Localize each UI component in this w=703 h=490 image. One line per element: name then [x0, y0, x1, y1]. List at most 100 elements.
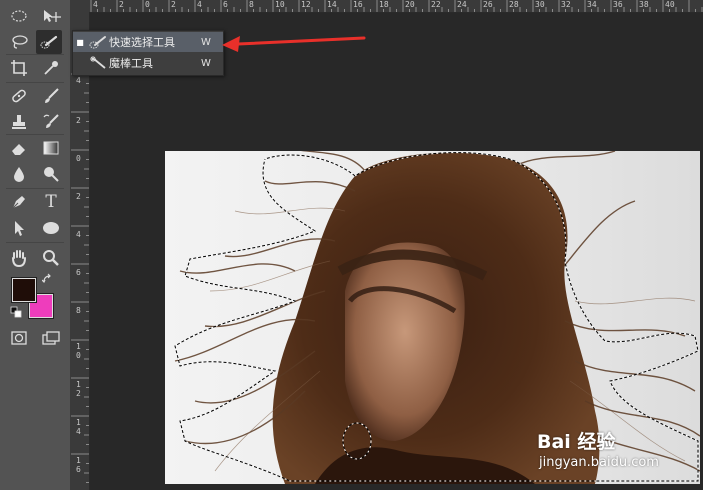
document-canvas[interactable]	[165, 151, 700, 484]
ellipse-marquee-icon	[11, 10, 27, 22]
ruler-label: 18	[379, 0, 389, 9]
quick-selection-brush-icon	[89, 36, 106, 49]
pen-tool[interactable]	[6, 190, 32, 214]
active-bullet-icon: ■	[76, 37, 84, 47]
ruler-label: 24	[457, 0, 467, 9]
watermark-url: jingyan.baidu.com	[539, 455, 659, 470]
ruler-label: 6	[76, 268, 81, 277]
ruler-label: 2	[76, 116, 81, 125]
ruler-label: 20	[405, 0, 415, 9]
eraser-tool[interactable]	[6, 136, 32, 160]
ruler-label: 22	[431, 0, 441, 9]
horizontal-ruler: 4 2 0 2 4 6 8 10 12 14 16 18 20 22 24 26…	[71, 0, 703, 13]
hand-tool[interactable]	[6, 246, 32, 270]
separator	[6, 134, 64, 135]
dodge-icon	[44, 167, 59, 182]
ruler-label: 0	[145, 0, 150, 9]
lasso-icon	[12, 35, 28, 49]
eraser-icon	[12, 144, 25, 155]
hand-icon	[12, 250, 26, 267]
blur-tool[interactable]	[6, 162, 32, 186]
ruler-label: 4	[76, 230, 81, 239]
ruler-label: 40	[665, 0, 675, 9]
flyout-item-magic-wand[interactable]: 魔棒工具 W	[73, 53, 223, 73]
flyout-item-label: 快速选择工具	[109, 36, 175, 49]
gradient-icon	[43, 141, 59, 155]
quick-selection-brush-icon	[40, 35, 58, 49]
annotation-arrow	[222, 36, 366, 52]
separator	[6, 54, 64, 55]
quick-selection-tool[interactable]	[36, 30, 62, 54]
gradient-tool[interactable]	[38, 136, 64, 160]
ruler-label: 34	[587, 0, 597, 9]
ruler-label: 10	[275, 0, 285, 9]
ruler-label: 36	[613, 0, 623, 9]
zoom-tool[interactable]	[38, 246, 64, 270]
type-tool[interactable]: T	[38, 190, 64, 214]
baidu-jingyan-logo: Bai 经验	[537, 431, 616, 453]
ruler-label: 8	[76, 306, 81, 315]
stamp-icon	[12, 115, 26, 129]
clone-stamp-tool[interactable]	[6, 110, 32, 134]
ruler-label: 2	[76, 192, 81, 201]
photo-woman-flowing-hair	[174, 151, 700, 484]
ruler-label: 4	[197, 0, 202, 9]
crop-icon	[11, 60, 27, 76]
tools-panel: T	[0, 0, 71, 490]
eyedropper-tool[interactable]	[38, 56, 64, 80]
ruler-label: 32	[561, 0, 571, 9]
history-brush-tool[interactable]	[38, 110, 64, 134]
lasso-tool[interactable]	[6, 30, 32, 54]
healing-brush-tool[interactable]	[6, 84, 32, 108]
brush-tool[interactable]	[38, 84, 64, 108]
ruler-label: 12	[76, 380, 81, 398]
ruler-label: 2	[171, 0, 176, 9]
foreground-color-swatch[interactable]	[12, 278, 36, 302]
default-colors-icon[interactable]	[10, 306, 22, 318]
ruler-label: 4	[76, 76, 81, 85]
ruler-label: 26	[483, 0, 493, 9]
magnifier-icon	[43, 250, 59, 266]
flyout-item-label: 魔棒工具	[109, 57, 153, 70]
crop-tool[interactable]	[6, 56, 32, 80]
bandage-icon	[12, 89, 26, 103]
ruler-label: 16	[353, 0, 363, 9]
ruler-label: 6	[223, 0, 228, 9]
elliptical-marquee-tool[interactable]	[6, 4, 32, 28]
separator	[6, 82, 64, 83]
ellipse-shape-icon	[43, 222, 59, 234]
ruler-label: 14	[76, 418, 81, 436]
ruler-label: 28	[509, 0, 519, 9]
ruler-label: 14	[327, 0, 337, 9]
type-icon: T	[45, 191, 57, 212]
pen-icon	[12, 196, 25, 209]
quick-mask-toggle[interactable]	[6, 326, 32, 350]
ruler-label: 30	[535, 0, 545, 9]
ruler-label: 4	[93, 0, 98, 9]
ruler-label: 8	[249, 0, 254, 9]
selection-tool-flyout: ■ 快速选择工具 W 魔棒工具 W	[72, 30, 224, 76]
separator	[6, 188, 64, 189]
magic-wand-icon	[90, 56, 106, 69]
separator	[6, 242, 64, 243]
eyedropper-icon	[44, 61, 58, 75]
ruler-label: 12	[301, 0, 311, 9]
ruler-label: 0	[76, 154, 81, 163]
swap-colors-icon[interactable]	[42, 273, 54, 285]
ruler-label: 10	[76, 342, 81, 360]
ellipse-tool[interactable]	[38, 216, 64, 240]
shortcut-key: W	[201, 57, 211, 69]
screen-mode-icon	[42, 331, 60, 345]
screen-mode-button[interactable]	[38, 326, 64, 350]
flyout-item-quick-selection[interactable]: ■ 快速选择工具 W	[73, 32, 223, 52]
quick-mask-icon	[11, 331, 27, 345]
dodge-tool[interactable]	[38, 162, 64, 186]
history-brush-icon	[43, 114, 59, 128]
arrow-pointer-icon	[15, 221, 24, 236]
ruler-label: 2	[119, 0, 124, 9]
brush-icon	[45, 88, 59, 103]
ruler-label: 16	[76, 456, 81, 474]
move-tool[interactable]	[38, 4, 64, 28]
move-icon	[44, 10, 61, 22]
path-selection-tool[interactable]	[6, 216, 32, 240]
